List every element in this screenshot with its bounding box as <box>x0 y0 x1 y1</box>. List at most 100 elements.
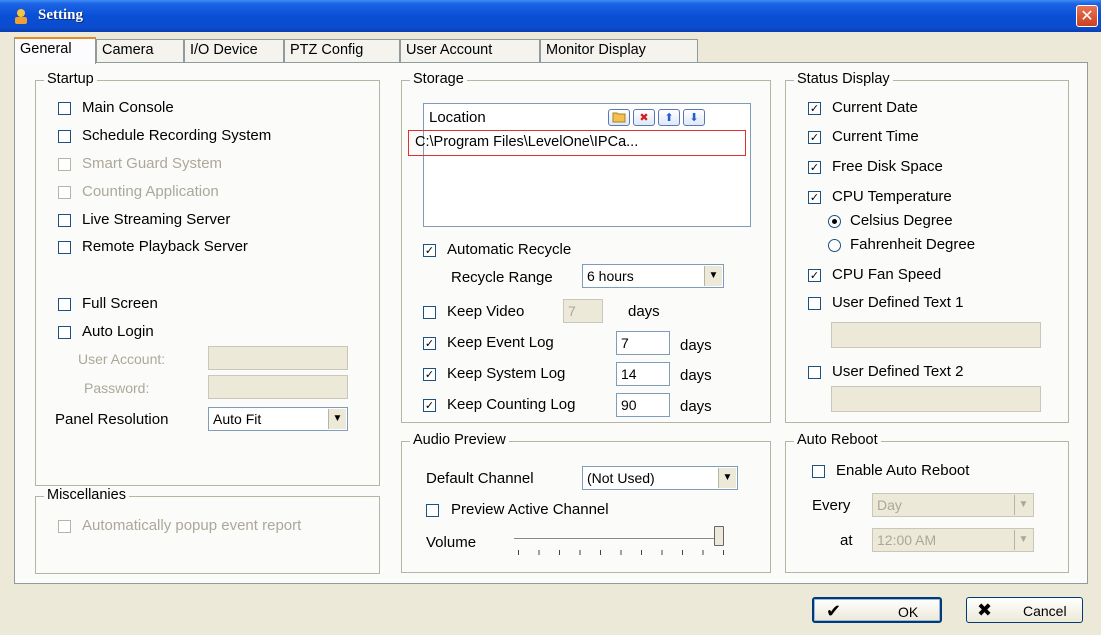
volume-thumb[interactable] <box>714 526 724 546</box>
panel-resolution-label: Panel Resolution <box>55 411 169 428</box>
tab-user-account[interactable]: User Account <box>400 39 540 63</box>
auto-reboot-group: Auto Reboot Enable Auto Reboot Every Day… <box>785 432 1069 573</box>
enable-auto-reboot-checkbox[interactable] <box>812 465 825 478</box>
every-select[interactable]: Day ▼ <box>872 493 1034 517</box>
arrow-down-icon[interactable]: ⬇ <box>683 109 705 126</box>
keep-system-checkbox[interactable]: ✓ <box>423 368 436 381</box>
tab-camera[interactable]: Camera <box>96 39 184 63</box>
keep-system-days-input[interactable]: 14 <box>616 362 670 386</box>
storage-group: Storage Location ✖ ⬆ ⬇ C:\Program Files\… <box>401 71 771 423</box>
status-display-title: Status Display <box>794 71 893 87</box>
smart-guard-label: Smart Guard System <box>82 155 223 172</box>
keep-video-label: Keep Video <box>447 303 525 320</box>
current-date-checkbox[interactable]: ✓ <box>808 102 821 115</box>
cancel-button[interactable]: ✖ Cancel <box>966 597 1083 623</box>
keep-video-checkbox[interactable] <box>423 306 436 319</box>
arrow-up-icon[interactable]: ⬆ <box>658 109 680 126</box>
close-icon: ✕ <box>1080 6 1094 25</box>
startup-title: Startup <box>44 71 97 87</box>
volume-label: Volume <box>426 534 477 551</box>
folder-open-icon[interactable] <box>608 109 630 126</box>
miscellanies-title: Miscellanies <box>44 487 129 503</box>
cancel-label: Cancel <box>1023 603 1067 619</box>
enable-auto-reboot-label: Enable Auto Reboot <box>836 462 970 479</box>
title-bar: Setting ✕ <box>0 0 1101 32</box>
user-text1-checkbox[interactable] <box>808 297 821 310</box>
keep-counting-days-input[interactable]: 90 <box>616 393 670 417</box>
default-channel-select[interactable]: (Not Used) ▼ <box>582 466 738 490</box>
recycle-range-value: 6 hours <box>587 268 634 284</box>
preview-active-checkbox[interactable] <box>426 504 439 517</box>
full-screen-label: Full Screen <box>82 295 158 312</box>
current-time-checkbox[interactable]: ✓ <box>808 131 821 144</box>
schedule-recording-label: Schedule Recording System <box>82 127 272 144</box>
checkmark-icon: ✔ <box>826 601 842 622</box>
volume-slider[interactable] <box>514 526 738 560</box>
tab-general[interactable]: General <box>14 37 96 64</box>
default-channel-label: Default Channel <box>426 470 534 487</box>
user-text1-input[interactable] <box>831 322 1041 348</box>
keep-counting-checkbox[interactable]: ✓ <box>423 399 436 412</box>
celsius-radio[interactable] <box>828 215 841 228</box>
location-item[interactable]: C:\Program Files\LevelOne\IPCa... <box>408 130 746 156</box>
remote-playback-checkbox[interactable] <box>58 241 71 254</box>
free-disk-checkbox[interactable]: ✓ <box>808 161 821 174</box>
keep-video-days-input[interactable]: 7 <box>563 299 603 323</box>
keep-counting-label: Keep Counting Log <box>447 396 576 413</box>
tab-ptz-config[interactable]: PTZ Config <box>284 39 400 63</box>
smart-guard-checkbox <box>58 158 71 171</box>
audio-preview-group: Audio Preview Default Channel (Not Used)… <box>401 432 771 573</box>
ok-label: OK <box>898 604 919 620</box>
close-button[interactable]: ✕ <box>1076 5 1098 27</box>
tab-monitor-display[interactable]: Monitor Display <box>540 39 698 63</box>
panel-resolution-value: Auto Fit <box>213 411 262 427</box>
auto-recycle-checkbox[interactable]: ✓ <box>423 244 436 257</box>
current-time-label: Current Time <box>832 128 919 145</box>
auto-popup-label: Automatically popup event report <box>82 517 302 534</box>
live-streaming-label: Live Streaming Server <box>82 211 231 228</box>
at-label: at <box>840 532 853 549</box>
tab-io-device[interactable]: I/O Device <box>184 39 284 63</box>
fahrenheit-radio[interactable] <box>828 239 841 252</box>
auto-reboot-title: Auto Reboot <box>794 432 881 448</box>
fahrenheit-label: Fahrenheit Degree <box>850 236 976 253</box>
auto-login-label: Auto Login <box>82 323 154 340</box>
keep-event-checkbox[interactable]: ✓ <box>423 337 436 350</box>
recycle-range-label: Recycle Range <box>451 269 553 286</box>
delete-icon[interactable]: ✖ <box>633 109 655 126</box>
keep-system-days-label: days <box>680 367 712 384</box>
full-screen-checkbox[interactable] <box>58 298 71 311</box>
celsius-label: Celsius Degree <box>850 212 953 229</box>
cpu-fan-checkbox[interactable]: ✓ <box>808 269 821 282</box>
main-console-checkbox[interactable] <box>58 102 71 115</box>
audio-preview-title: Audio Preview <box>410 432 509 448</box>
chevron-down-icon: ▼ <box>1014 495 1032 515</box>
cpu-temp-checkbox[interactable]: ✓ <box>808 191 821 204</box>
user-text1-label: User Defined Text 1 <box>832 294 964 311</box>
user-text2-checkbox[interactable] <box>808 366 821 379</box>
miscellanies-group: Miscellanies Automatically popup event r… <box>35 487 380 574</box>
every-label: Every <box>812 497 851 514</box>
keep-event-days-input[interactable]: 7 <box>616 331 670 355</box>
at-select[interactable]: 12:00 AM ▼ <box>872 528 1034 552</box>
user-account-input[interactable] <box>208 346 348 370</box>
chevron-down-icon: ▼ <box>704 266 722 286</box>
recycle-range-select[interactable]: 6 hours ▼ <box>582 264 724 288</box>
schedule-recording-checkbox[interactable] <box>58 130 71 143</box>
ok-button[interactable]: ✔ OK <box>812 597 942 623</box>
main-console-label: Main Console <box>82 99 174 116</box>
panel-resolution-select[interactable]: Auto Fit ▼ <box>208 407 348 431</box>
keep-system-label: Keep System Log <box>447 365 566 382</box>
startup-group: Startup Main Console Schedule Recording … <box>35 71 380 486</box>
keep-counting-days-label: days <box>680 398 712 415</box>
volume-ticks <box>518 550 724 555</box>
location-list[interactable]: Location ✖ ⬆ ⬇ C:\Program Files\LevelOne… <box>408 103 751 227</box>
user-text2-input[interactable] <box>831 386 1041 412</box>
auto-login-checkbox[interactable] <box>58 326 71 339</box>
volume-track <box>514 538 724 540</box>
keep-video-days-label: days <box>628 303 660 320</box>
cpu-temp-label: CPU Temperature <box>832 188 952 205</box>
password-input[interactable] <box>208 375 348 399</box>
live-streaming-checkbox[interactable] <box>58 214 71 227</box>
auto-popup-checkbox <box>58 520 71 533</box>
